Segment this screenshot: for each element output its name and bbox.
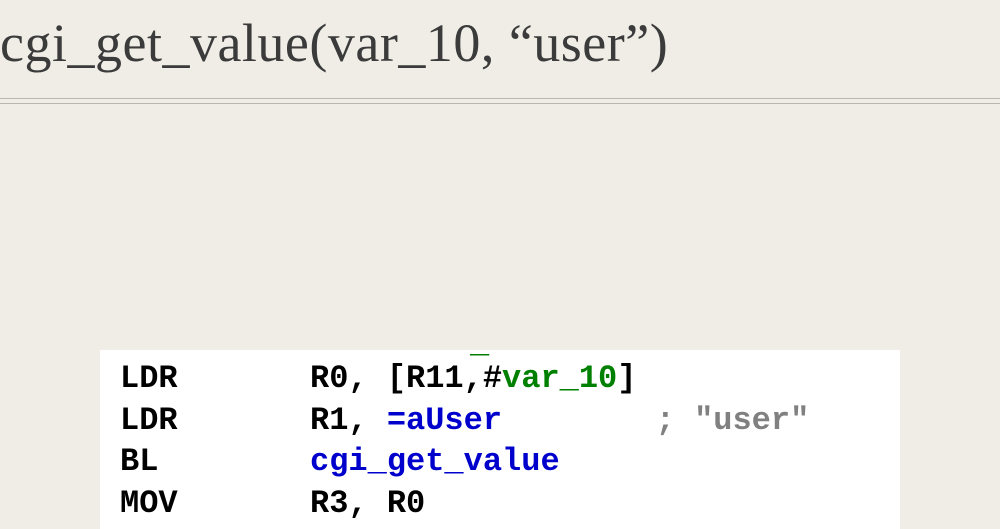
operand-text: R0, [R11,#: [310, 360, 502, 397]
mnemonic: LDR: [120, 358, 310, 400]
operand-text: ]: [617, 360, 636, 397]
stray-artifact: _: [470, 328, 489, 360]
asm-row-4: MOVR3, R0: [120, 483, 880, 525]
asm-row-3: BLcgi_get_value: [120, 441, 880, 483]
slide-title: cgi_get_value(var_10, “user”): [0, 0, 1000, 80]
comment: ; "user": [656, 402, 810, 439]
mnemonic: MOV: [120, 483, 310, 525]
asm-row-1: LDRR0, [R11,#var_10]: [120, 358, 880, 400]
asm-row-2: LDRR1, =aUser ; "user": [120, 400, 880, 442]
operand-text: R3, R0: [310, 485, 425, 522]
disassembly-block: _ LDRR0, [R11,#var_10] LDRR1, =aUser ; "…: [100, 350, 900, 529]
mnemonic: BL: [120, 441, 310, 483]
operand-pad: [502, 402, 656, 439]
operand-variable: var_10: [502, 360, 617, 397]
title-divider: [0, 98, 1000, 104]
mnemonic: LDR: [120, 400, 310, 442]
operand-call: cgi_get_value: [310, 443, 560, 480]
operand-text: R1,: [310, 402, 387, 439]
operand-symbol: =aUser: [387, 402, 502, 439]
